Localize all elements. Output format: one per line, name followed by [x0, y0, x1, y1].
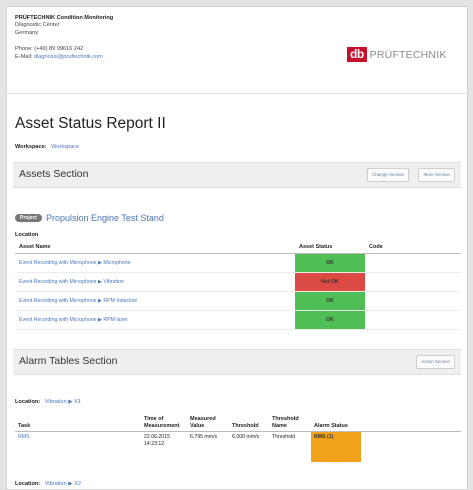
alarm-location-label-2: Location: [15, 481, 41, 487]
assets-section-title: Assets Section [19, 168, 89, 180]
country: Germany [15, 29, 39, 36]
table-row: Event Recording with Microphone ▶ RPM la… [15, 310, 461, 330]
asset-link[interactable]: Event Recording with Microphone ▶ RPM In… [15, 291, 295, 311]
table-row: Event Recording with Microphone ▶ RPM In… [15, 291, 461, 311]
asset-link[interactable]: Event Recording with Microphone ▶ Microp… [15, 253, 295, 273]
status-badge: OK [295, 253, 365, 273]
table-header-row: Task Time of Measurement Measured Value … [15, 415, 461, 432]
asset-link[interactable]: Event Recording with Microphone ▶ RPM la… [15, 310, 295, 330]
col-task: Task [15, 415, 141, 432]
table-header-row: Asset Name Asset Status Code [15, 240, 461, 254]
logo-mark: db [347, 47, 367, 62]
spacer-cell [361, 432, 461, 463]
threshold-cell: 6,000 mm/s [232, 434, 260, 440]
status-badge: OK [295, 291, 365, 311]
assets-section-header: Assets Section Change Section More Secti… [13, 162, 461, 188]
project-badge: Project [15, 214, 42, 222]
workspace-row: Workspace: Workspace [15, 144, 79, 150]
table-row: Event Recording with Microphone ▶ Microp… [15, 253, 461, 273]
assets-table: Asset Name Asset Status Code Event Recor… [15, 240, 461, 330]
status-badge: Not OK [295, 272, 365, 292]
col-asset-name: Asset Name [15, 240, 295, 254]
measured-cell: 6,795 mm/s [190, 434, 218, 440]
company-logo: db PRÜFTECHNIK [347, 47, 447, 62]
code-cell [365, 310, 461, 330]
email-link[interactable]: diagnosis@pruftechnik.com [34, 54, 103, 60]
status-badge: OK [295, 310, 365, 330]
company-name: PRÜFTECHNIK Condition Monitoring [15, 15, 114, 21]
action-section-button[interactable]: Action Section [416, 355, 455, 369]
alarm-location-link[interactable]: Vibration ▶ X1 [45, 399, 81, 405]
alarm-table: Task Time of Measurement Measured Value … [15, 415, 461, 462]
change-section-button[interactable]: Change Section [366, 168, 409, 182]
time-cell: 22.06.2015 14:23:12 [144, 434, 170, 447]
alarm-section-title: Alarm Tables Section [19, 355, 118, 367]
workspace-link[interactable]: Workspace [51, 144, 79, 150]
asset-name-link[interactable]: Propulsion Engine Test Stand [46, 213, 164, 223]
email-label: E-Mail: [15, 53, 33, 60]
alarm-status-badge: RMS (1) [311, 431, 361, 462]
table-row: Event Recording with Microphone ▶ Vibrat… [15, 272, 461, 292]
col-code: Code [365, 240, 461, 254]
threshold-name-cell: Threshold [272, 434, 296, 440]
alarm-location-label: Location: [15, 399, 41, 405]
code-cell [365, 253, 461, 273]
more-section-button[interactable]: More Section [418, 168, 455, 182]
contact-block: PRÜFTECHNIK Condition Monitoring Diagnos… [15, 15, 113, 61]
report-page: PRÜFTECHNIK Condition Monitoring Diagnos… [6, 6, 468, 490]
alarm-location-link-2[interactable]: Vibration ▶ X2 [45, 481, 81, 487]
col-asset-status: Asset Status [295, 240, 365, 254]
location-label: Location [15, 232, 39, 238]
department: Diagnostic Center [15, 22, 60, 29]
alarm-location-row: Location: Vibration ▶ X1 [15, 399, 81, 405]
page-title: Asset Status Report II [15, 115, 166, 132]
email-row: E-Mail: diagnosis@pruftechnik.com [15, 54, 113, 61]
alarm-section-header: Alarm Tables Section Action Section [13, 349, 461, 375]
table-row: RMS 22.06.2015 14:23:12 6,795 mm/s 6,000… [15, 431, 461, 463]
asset-link[interactable]: Event Recording with Microphone ▶ Vibrat… [15, 272, 295, 292]
phone: Phone: (+49) 89 99616 242 [15, 46, 84, 53]
task-link[interactable]: RMS [15, 432, 141, 463]
col-spacer [361, 415, 461, 432]
code-cell [365, 291, 461, 311]
code-cell [365, 272, 461, 292]
workspace-label: Workspace: [15, 144, 47, 150]
col-time: Time of Measurement [141, 415, 187, 432]
asset-heading: Project Propulsion Engine Test Stand [15, 213, 164, 223]
col-threshold-name: Threshold Name [269, 415, 311, 432]
col-alarm-status: Alarm Status [311, 415, 361, 432]
col-measured: Measured Value [187, 415, 229, 432]
alarm-location-row-2: Location: Vibration ▶ X2 [15, 481, 81, 487]
col-threshold: Threshold [229, 415, 269, 432]
logo-text: PRÜFTECHNIK [369, 48, 447, 61]
report-header: PRÜFTECHNIK Condition Monitoring Diagnos… [7, 7, 467, 94]
